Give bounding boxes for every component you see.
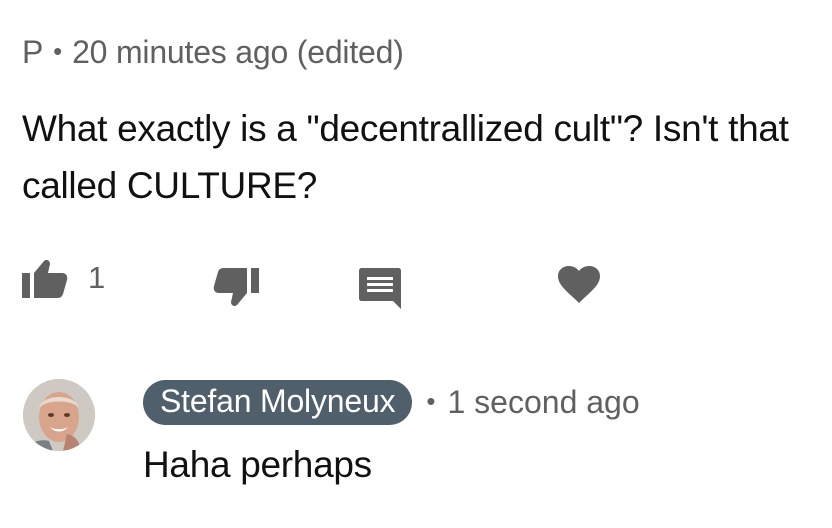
like-count: 1: [88, 260, 106, 295]
thumbs-up-icon: [22, 258, 68, 298]
comment-header: P • 20 minutes ago (edited): [22, 34, 404, 71]
comment-thread: P • 20 minutes ago (edited) What exactly i…: [0, 0, 832, 528]
comment-action-bar: 1: [0, 258, 832, 318]
heart-icon: [558, 266, 600, 304]
reply-item: Stefan Molyneux • 1 second ago Haha perha…: [0, 372, 832, 522]
separator-dot: •: [53, 36, 63, 66]
reply-text: Haha perhaps: [143, 444, 372, 485]
separator-dot: •: [426, 386, 436, 416]
reply-meta: • 1 second ago: [426, 384, 639, 421]
avatar[interactable]: [23, 379, 95, 451]
reply-button[interactable]: [358, 266, 402, 310]
reply-header: Stefan Molyneux • 1 second ago: [143, 380, 640, 425]
thumbs-down-icon: [213, 268, 259, 308]
like-button[interactable]: 1: [22, 258, 105, 298]
comment-timestamp: 20 minutes ago: [72, 34, 289, 70]
reply-timestamp: 1 second ago: [447, 384, 640, 420]
comment-text: What exactly is a "decentrallized cult"?…: [22, 108, 789, 206]
comment-author[interactable]: P: [22, 34, 43, 70]
heart-button[interactable]: [558, 266, 600, 304]
author-chip[interactable]: Stefan Molyneux: [143, 380, 413, 425]
edited-label: (edited): [296, 34, 404, 70]
reply-comment-icon: [358, 266, 402, 310]
dislike-button[interactable]: [213, 268, 259, 308]
